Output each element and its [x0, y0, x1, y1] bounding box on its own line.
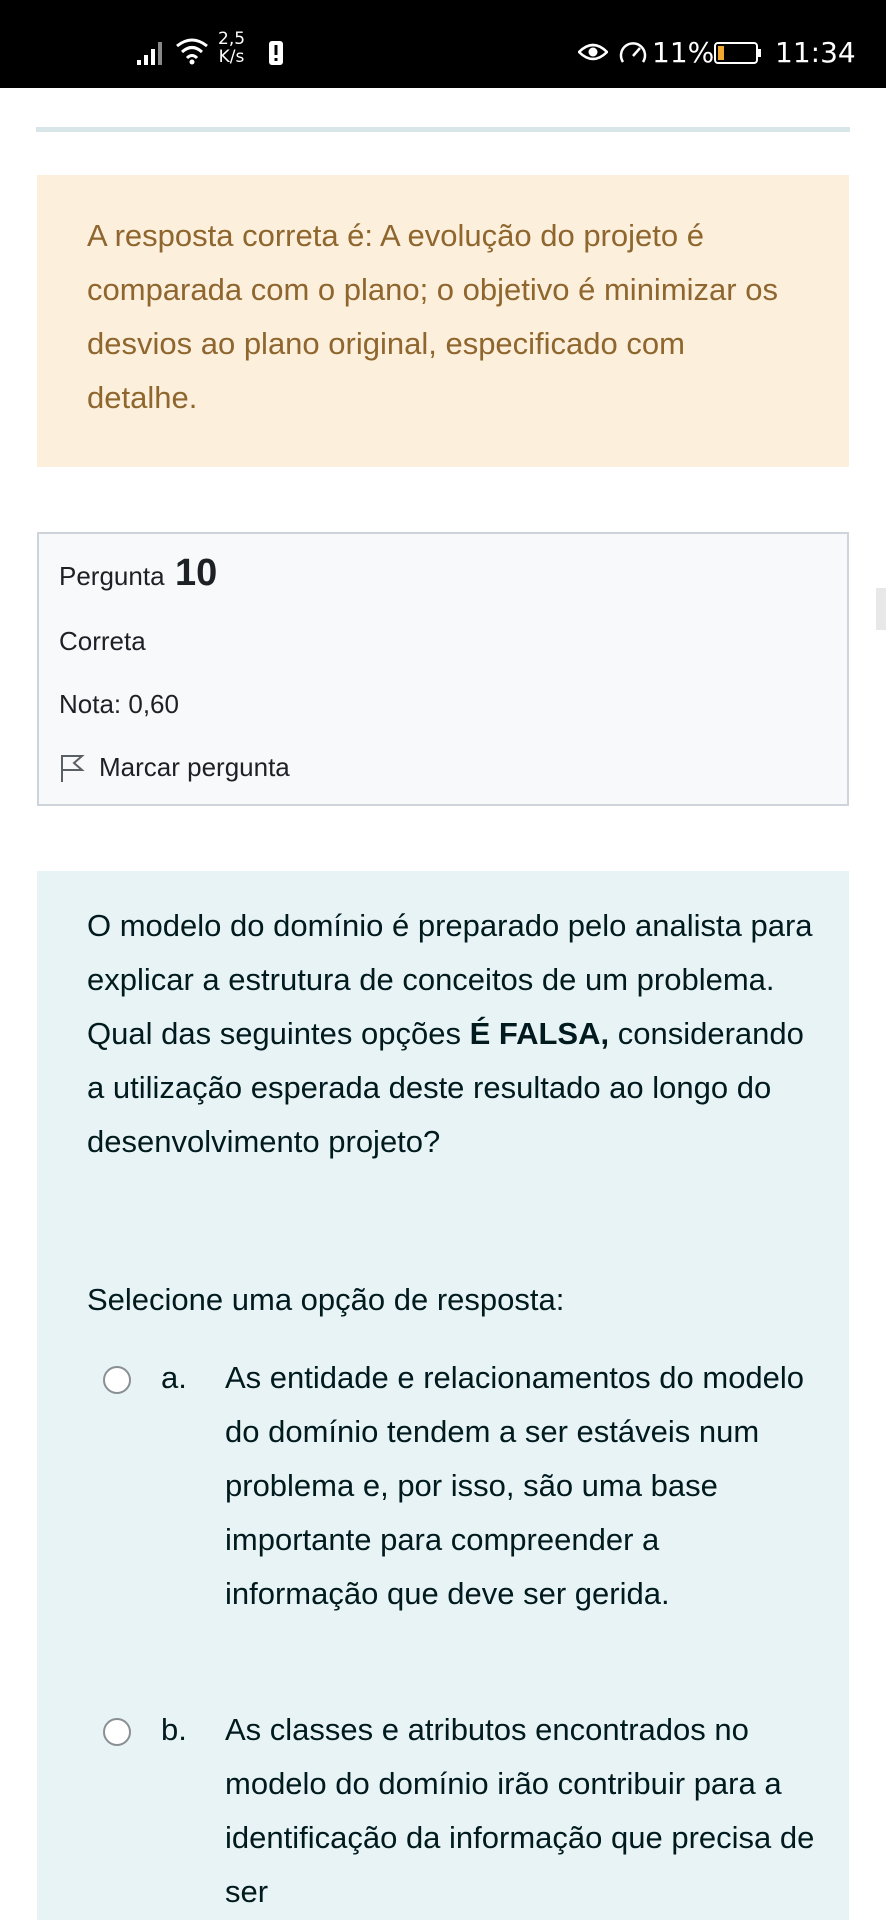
signal-icon [137, 42, 162, 65]
answer-prompt: Selecione uma opção de resposta: [87, 1282, 565, 1317]
clock: 11:34 [775, 36, 856, 69]
radio-button-a[interactable] [103, 1366, 131, 1394]
question-heading: Pergunta 10 [59, 552, 847, 595]
question-info-box: Pergunta 10 Correta Nota: 0,60 Marcar pe… [37, 532, 849, 806]
battery-percent: 11% [652, 36, 715, 69]
question-text: O modelo do domínio é preparado pelo ana… [87, 899, 827, 1169]
flag-icon [61, 754, 85, 782]
flag-question-button[interactable]: Marcar pergunta [59, 752, 290, 783]
speedometer-icon [619, 42, 647, 63]
question-content: O modelo do domínio é preparado pelo ana… [37, 871, 849, 1920]
option-letter: b. [161, 1712, 187, 1747]
question-grade: Nota: 0,60 [59, 689, 179, 719]
question-text-emphasis: É FALSA, [469, 1016, 610, 1051]
network-speed: 2,5 K/s [218, 29, 246, 67]
section-divider [36, 127, 850, 132]
side-scroll-handle[interactable] [876, 588, 886, 630]
battery-icon [714, 42, 761, 64]
feedback-text: A resposta correta é: A evolução do proj… [87, 218, 778, 415]
wifi-icon [176, 38, 208, 65]
top-spacer [0, 88, 886, 128]
alert-icon [269, 41, 283, 65]
option-text: As entidade e relacionamentos do modelo … [225, 1360, 805, 1611]
eye-icon [578, 43, 608, 61]
flag-question-label: Marcar pergunta [99, 752, 290, 782]
question-label: Pergunta [59, 561, 165, 591]
question-number: 10 [174, 552, 218, 594]
question-state: Correta [59, 626, 146, 656]
option-text: As classes e atributos encontrados no mo… [225, 1712, 815, 1909]
radio-button-b[interactable] [103, 1718, 131, 1746]
option-letter: a. [161, 1360, 187, 1395]
correct-answer-feedback: A resposta correta é: A evolução do proj… [37, 175, 849, 467]
status-bar: 2,5 K/s 11% 11:34 [0, 0, 886, 88]
